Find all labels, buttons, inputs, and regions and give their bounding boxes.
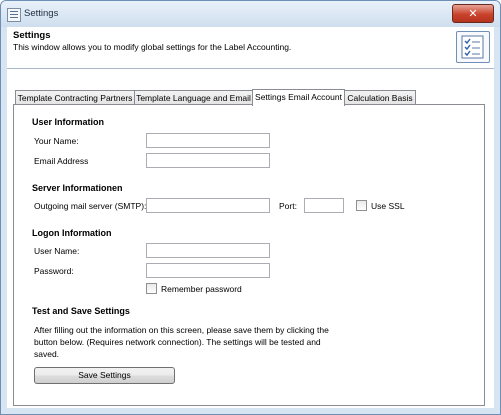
- window-title: Settings: [24, 8, 59, 19]
- close-button[interactable]: ✕: [452, 4, 494, 23]
- header-title: Settings: [13, 30, 51, 41]
- use-ssl-checkbox[interactable]: [356, 200, 367, 211]
- save-settings-label: Save Settings: [78, 370, 131, 380]
- port-input[interactable]: [304, 198, 344, 213]
- tab-template-contracting-partners[interactable]: Template Contracting Partners: [15, 90, 135, 105]
- remember-password-label: Remember password: [161, 284, 242, 294]
- test-save-title: Test and Save Settings: [32, 306, 130, 316]
- save-settings-button[interactable]: Save Settings: [34, 367, 175, 384]
- username-label: User Name:: [34, 246, 80, 256]
- smtp-server-input[interactable]: [146, 198, 270, 213]
- tab-label: Template Language and Email: [136, 93, 251, 103]
- server-info-title: Server Informationen: [32, 183, 123, 193]
- email-address-input[interactable]: [146, 153, 270, 168]
- title-bar[interactable]: Settings ✕: [1, 1, 500, 27]
- checklist-icon: [456, 31, 490, 63]
- header-description: This window allows you to modify global …: [13, 42, 292, 52]
- password-label: Password:: [34, 266, 74, 276]
- smtp-server-label: Outgoing mail server (SMTP):: [34, 201, 147, 211]
- settings-window: Settings ✕ Settings This window allows y…: [0, 0, 501, 415]
- user-info-title: User Information: [32, 117, 105, 127]
- your-name-input[interactable]: [146, 133, 270, 148]
- email-account-panel: User Information Your Name: Email Addres…: [13, 104, 485, 406]
- use-ssl-label: Use SSL: [371, 201, 405, 211]
- close-icon: ✕: [468, 7, 478, 20]
- tab-settings-email-account[interactable]: Settings Email Account: [252, 89, 345, 106]
- username-input[interactable]: [146, 243, 270, 258]
- logon-info-title: Logon Information: [32, 228, 112, 238]
- header-panel: Settings This window allows you to modif…: [7, 27, 494, 69]
- dialog-body: Template Contracting Partners Template L…: [7, 69, 494, 408]
- tab-label: Template Contracting Partners: [17, 93, 133, 103]
- window-icon: [7, 8, 21, 22]
- tab-label: Settings Email Account: [255, 92, 342, 102]
- tab-calculation-basis[interactable]: Calculation Basis: [344, 90, 416, 105]
- tab-template-language-email[interactable]: Template Language and Email: [134, 90, 253, 105]
- password-input[interactable]: [146, 263, 270, 278]
- your-name-label: Your Name:: [34, 136, 79, 146]
- port-label: Port:: [279, 201, 297, 211]
- remember-password-checkbox[interactable]: [146, 283, 157, 294]
- test-save-description: After filling out the information on thi…: [34, 325, 329, 359]
- email-address-label: Email Address: [34, 156, 89, 166]
- tab-label: Calculation Basis: [347, 93, 413, 103]
